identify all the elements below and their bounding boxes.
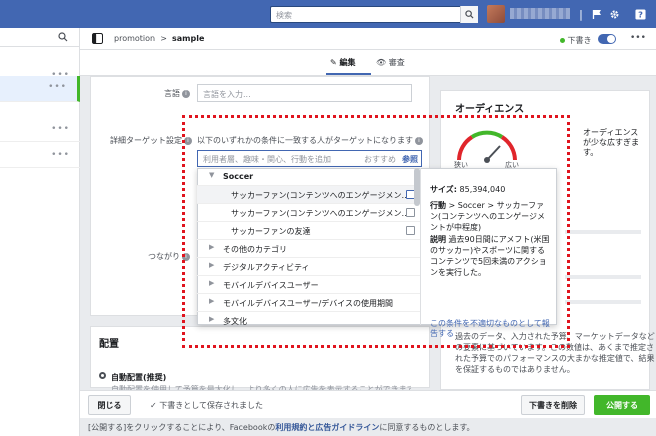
more-icon[interactable]: ••• <box>51 124 70 134</box>
search-input[interactable]: 検索 <box>270 6 478 23</box>
audience-title: オーディエンス <box>455 104 525 115</box>
auto-placement-label: 自動配置(推奨) <box>111 373 167 382</box>
tab-edit[interactable]: ✎ 編集 <box>330 57 356 68</box>
audience-status: オーディエンスが少な広すぎます。 <box>583 128 639 157</box>
placeholder-bar <box>565 230 641 234</box>
detail-target-label: 詳細ターゲット設定 i <box>100 135 192 146</box>
connections-label: つながり i <box>120 251 190 262</box>
sidebar-item-ad[interactable]: ••• <box>0 118 80 142</box>
flag-icon[interactable] <box>590 7 604 21</box>
placeholder-bar <box>565 300 641 304</box>
help-icon[interactable]: ? <box>633 7 647 21</box>
status-dot-icon <box>560 38 565 43</box>
sidebar-item-ad-2[interactable]: ••• <box>0 144 80 168</box>
tab-review[interactable]: 👁 審査 <box>376 57 405 68</box>
campaign-sidebar: ••• ••• ••• ••• <box>0 28 80 436</box>
highlight-box <box>182 115 570 348</box>
draft-label-wrap: 下書き <box>560 35 592 46</box>
language-placeholder: 言語を入力... <box>203 90 251 99</box>
svg-text:?: ? <box>638 9 643 19</box>
terms-footer: [公開する]をクリックすることにより、Facebookの利用規約と広告ガイドライ… <box>88 423 475 432</box>
placeholder-bar <box>565 275 641 279</box>
separator-icon: | <box>579 7 583 21</box>
breadcrumb: promotion > sample <box>114 34 204 43</box>
profile-name[interactable] <box>510 8 570 19</box>
gear-icon[interactable] <box>607 7 621 21</box>
search-placeholder: 検索 <box>276 11 292 20</box>
breadcrumb-adset[interactable]: sample <box>172 34 204 43</box>
active-tab-indicator <box>326 73 371 75</box>
more-icon[interactable]: ••• <box>48 82 67 92</box>
saved-status: ✓ 下書きとして保存されました <box>150 401 264 410</box>
language-label: 言語 i <box>120 88 190 99</box>
check-icon: ✓ <box>150 401 157 410</box>
draft-label: 下書き <box>567 36 592 45</box>
tab-edit-label: 編集 <box>339 58 356 67</box>
more-icon[interactable]: ••• <box>630 33 646 43</box>
avatar[interactable] <box>487 5 505 23</box>
eye-icon: 👁 <box>376 58 387 67</box>
publish-button[interactable]: 公開する <box>594 395 650 415</box>
tab-review-label: 審査 <box>388 58 405 67</box>
sidebar-search-icon[interactable] <box>58 32 68 44</box>
search-button[interactable] <box>460 6 478 23</box>
search-icon <box>465 10 474 19</box>
sidebar-divider <box>0 46 79 47</box>
more-icon[interactable]: ••• <box>51 150 70 160</box>
terms-link[interactable]: 利用規約と広告ガイドライン <box>275 423 379 432</box>
placement-title: 配置 <box>99 339 119 350</box>
chevron-right-icon: > <box>160 34 167 43</box>
delete-draft-button[interactable]: 下書きを削除 <box>521 395 585 415</box>
sidebar-item-adset[interactable]: ••• <box>0 76 80 102</box>
panel-toggle-icon[interactable] <box>91 32 104 46</box>
info-icon: i <box>182 89 190 98</box>
close-button[interactable]: 閉じる <box>88 395 131 415</box>
pencil-icon: ✎ <box>330 58 337 67</box>
language-input[interactable]: 言語を入力... <box>197 84 412 102</box>
breadcrumb-campaign[interactable]: promotion <box>114 34 155 43</box>
adset-toggle[interactable] <box>598 34 616 44</box>
auto-placement-radio[interactable] <box>99 372 106 379</box>
